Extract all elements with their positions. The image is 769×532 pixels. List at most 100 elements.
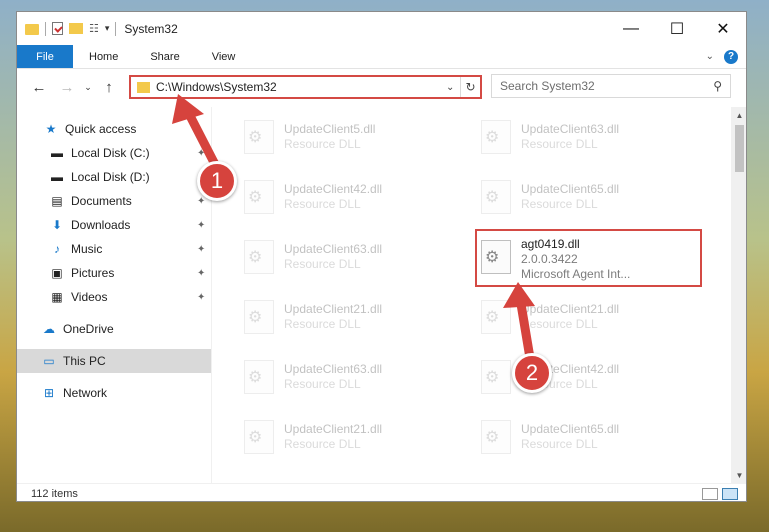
star-icon: ★ (45, 122, 57, 136)
step-badge-1: 1 (197, 161, 237, 201)
tab-home[interactable]: Home (73, 45, 134, 68)
pin-icon[interactable]: ✦ (197, 268, 205, 279)
list-item[interactable]: UpdateClient65.dllResource DLL (473, 172, 683, 222)
sidebar-item-documents[interactable]: ▤ Documents ✦ (17, 189, 211, 213)
list-item[interactable]: UpdateClient21.dllResource DLL (473, 292, 683, 342)
chevron-down-icon[interactable]: ⌄ (446, 82, 460, 93)
sidebar-item-pictures[interactable]: ▣ Pictures ✦ (17, 261, 211, 285)
dll-file-icon (481, 120, 511, 154)
status-bar: 112 items (17, 483, 746, 501)
file-type: Resource DLL (284, 437, 361, 451)
tab-share[interactable]: Share (134, 45, 195, 68)
sidebar-item-label: Local Disk (C:) (71, 146, 150, 160)
sidebar-item-this-pc[interactable]: ▭ This PC (17, 349, 211, 373)
list-item[interactable]: UpdateClient42.dllResource DLL (236, 172, 446, 222)
sidebar-item-label: Videos (71, 290, 108, 304)
sidebar-item-label: Documents (71, 194, 132, 208)
pictures-icon: ▣ (51, 266, 63, 280)
vertical-scrollbar[interactable]: ▲ ▼ (731, 107, 746, 483)
sidebar-item-downloads[interactable]: ⬇ Downloads ✦ (17, 213, 211, 237)
title-bar: ☷ ▾ System32 — ☐ ✕ (17, 12, 746, 45)
list-item[interactable]: UpdateClient21.dllResource DLL (236, 292, 446, 342)
file-type: Resource DLL (284, 137, 361, 151)
file-name: UpdateClient65.dll (521, 422, 620, 436)
drive-icon: ▬ (51, 146, 63, 160)
cloud-icon: ☁ (43, 322, 55, 336)
chevron-down-icon[interactable]: ▾ (105, 23, 110, 34)
main-area: ★ Quick access ▬ Local Disk (C:) ✦ ▬ Loc… (17, 107, 746, 483)
pin-icon[interactable]: ✦ (197, 244, 205, 255)
up-button[interactable]: ↑ (95, 79, 123, 96)
properties-icon[interactable] (52, 22, 63, 35)
scroll-down-icon[interactable]: ▼ (731, 467, 746, 483)
list-item[interactable]: UpdateClient5.dllResource DLL (236, 112, 446, 162)
help-icon[interactable]: ? (724, 49, 738, 64)
list-item[interactable]: UpdateClient42.dllResource DLL (473, 352, 683, 402)
file-name: UpdateClient5.dll (284, 122, 376, 136)
maximize-button[interactable]: ☐ (654, 13, 700, 45)
drive-icon: ▬ (51, 170, 63, 184)
file-type: Resource DLL (284, 377, 361, 391)
list-item[interactable]: UpdateClient63.dllResource DLL (236, 352, 446, 402)
forward-button[interactable]: → (53, 79, 81, 96)
scrollbar-thumb[interactable] (735, 125, 744, 172)
search-input[interactable]: Search System32 ⚲ (491, 74, 731, 98)
expand-ribbon-icon[interactable]: ⌄ (706, 51, 714, 62)
videos-icon: ▦ (51, 290, 63, 304)
pin-icon[interactable]: ✦ (197, 292, 205, 303)
search-icon: ⚲ (713, 79, 722, 93)
sidebar-item-label: OneDrive (63, 322, 114, 336)
file-name: UpdateClient65.dll (521, 182, 620, 196)
sidebar-item-onedrive[interactable]: ☁ OneDrive (17, 317, 211, 341)
list-item[interactable]: UpdateClient63.dllResource DLL (236, 232, 446, 282)
tiles-view-icon[interactable] (722, 487, 738, 500)
sidebar-item-label: Network (63, 386, 108, 400)
dll-file-icon (244, 120, 274, 154)
sidebar-item-quick-access[interactable]: ★ Quick access (17, 117, 211, 141)
sidebar-item-music[interactable]: ♪ Music ✦ (17, 237, 211, 261)
sidebar-item-local-disk-c[interactable]: ▬ Local Disk (C:) ✦ (17, 141, 211, 165)
window-title: System32 (124, 21, 178, 36)
file-name: UpdateClient21.dll (521, 302, 620, 316)
file-type: Resource DLL (284, 317, 361, 331)
scroll-up-icon[interactable]: ▲ (731, 107, 746, 123)
file-list: UpdateClient5.dllResource DLL UpdateClie… (212, 107, 746, 483)
pin-icon[interactable]: ✦ (197, 220, 205, 231)
sidebar-item-network[interactable]: ⊞ Network (17, 381, 211, 405)
minimize-button[interactable]: — (608, 13, 654, 45)
file-name: UpdateClient63.dll (284, 362, 383, 376)
pin-icon[interactable]: ✦ (197, 196, 205, 207)
view-options-icon[interactable]: ☷ (89, 22, 99, 35)
computer-icon: ▭ (43, 354, 55, 368)
dll-file-icon (481, 180, 511, 214)
file-type: Resource DLL (284, 257, 361, 271)
sidebar-item-local-disk-d[interactable]: ▬ Local Disk (D:) ✦ (17, 165, 211, 189)
back-button[interactable]: ← (25, 79, 53, 96)
dll-file-icon (244, 180, 274, 214)
refresh-icon[interactable]: ↻ (460, 77, 480, 97)
sidebar-item-label: Music (71, 242, 103, 256)
ribbon-tabs: File Home Share View ⌄ ? (17, 45, 746, 69)
divider (45, 21, 46, 36)
sidebar-item-label: This PC (63, 354, 106, 368)
tab-view[interactable]: View (196, 45, 252, 68)
list-item[interactable]: UpdateClient21.dllResource DLL (236, 412, 446, 462)
dll-file-icon (244, 300, 274, 334)
sidebar-item-videos[interactable]: ▦ Videos ✦ (17, 285, 211, 309)
close-button[interactable]: ✕ (700, 13, 746, 45)
quick-access-toolbar: ☷ ▾ (17, 21, 117, 36)
network-icon: ⊞ (43, 386, 55, 400)
pin-icon[interactable]: ✦ (197, 148, 205, 159)
details-view-icon[interactable] (702, 487, 718, 500)
new-folder-icon[interactable] (69, 23, 83, 34)
address-bar[interactable]: C:\Windows\System32 ⌄ ↻ (129, 75, 482, 99)
tab-file[interactable]: File (17, 45, 73, 68)
list-item[interactable]: UpdateClient63.dllResource DLL (473, 112, 683, 162)
address-path[interactable]: C:\Windows\System32 (156, 80, 446, 94)
list-item[interactable]: UpdateClient65.dllResource DLL (473, 412, 683, 462)
explorer-window: ☷ ▾ System32 — ☐ ✕ File Home Share View … (16, 11, 747, 502)
recent-locations-icon[interactable]: ⌄ (81, 82, 95, 93)
sidebar-item-label: Quick access (65, 122, 137, 136)
file-name: UpdateClient42.dll (284, 182, 383, 196)
sidebar-item-label: Downloads (71, 218, 131, 232)
